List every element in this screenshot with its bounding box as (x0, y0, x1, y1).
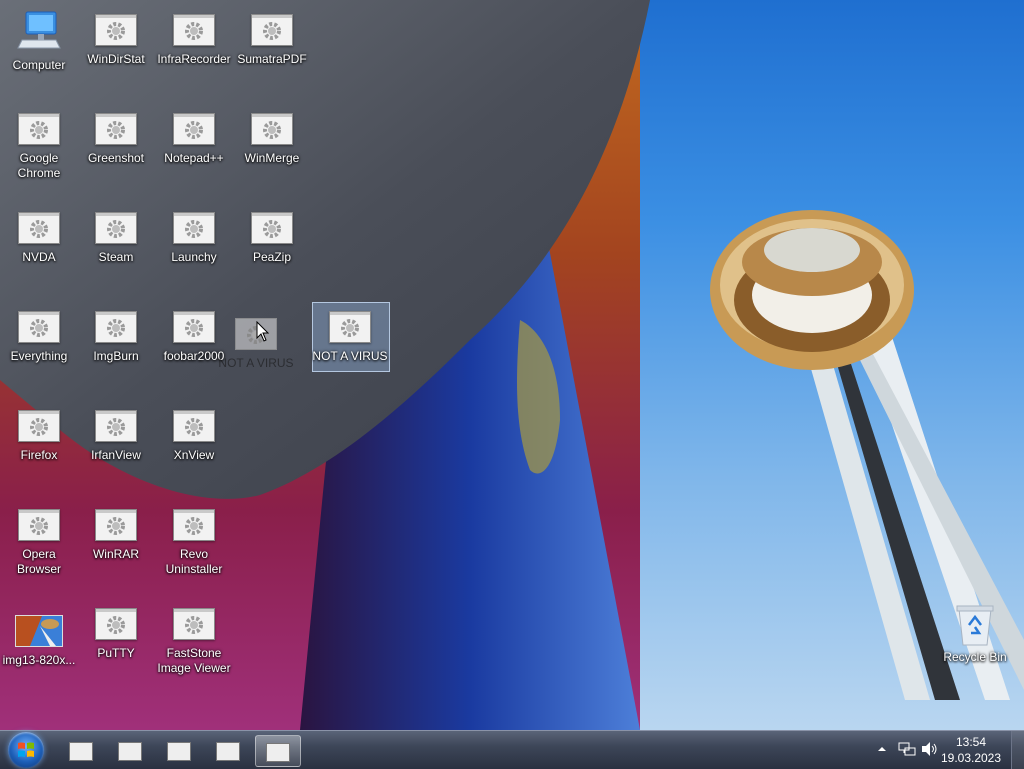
application-icon (251, 113, 293, 145)
application-icon (95, 113, 137, 145)
taskbar: 13:54 19.03.2023 (0, 730, 1024, 769)
application-icon (173, 113, 215, 145)
application-icon (95, 608, 137, 640)
show-hidden-icons-chevron-up-icon[interactable] (878, 745, 886, 753)
desktop-icon-steam[interactable]: Steam (78, 212, 154, 265)
application-icon (95, 410, 137, 442)
icon-label: IrfanView (91, 448, 141, 462)
desktop-icon-irfanview[interactable]: IrfanView (78, 410, 154, 463)
desktop-icon-google-chrome[interactable]: Google Chrome (1, 113, 77, 181)
icon-label: Opera Browser (16, 547, 61, 576)
desktop-icon-windirstat[interactable]: WinDirStat (78, 14, 154, 67)
taskbar-button-3[interactable] (157, 735, 201, 765)
start-button[interactable] (8, 732, 44, 768)
application-icon (95, 311, 137, 343)
application-icon (95, 14, 137, 46)
desktop-icon-infrarecorder[interactable]: InfraRecorder (156, 14, 232, 67)
desktop-icon-notepad-plus-plus[interactable]: Notepad++ (156, 113, 232, 166)
icon-label: FastStone Image Viewer (157, 646, 231, 675)
application-icon (173, 509, 215, 541)
application-icon (173, 410, 215, 442)
show-desktop-button[interactable] (1011, 731, 1024, 769)
icon-label: NVDA (22, 250, 56, 264)
icon-label: Launchy (171, 250, 217, 264)
application-icon (118, 742, 142, 761)
desktop-icon-recycle-bin[interactable]: Recycle Bin (937, 603, 1013, 665)
application-icon (173, 608, 215, 640)
icon-label: Firefox (20, 448, 58, 462)
desktop-icon-peazip[interactable]: PeaZip (234, 212, 310, 265)
application-icon (266, 743, 290, 762)
desktop-icon-opera-browser[interactable]: Opera Browser (1, 509, 77, 577)
icon-label: NOT A VIRUS (312, 349, 388, 363)
desktop-icon-winmerge[interactable]: WinMerge (234, 113, 310, 166)
desktop-icon-launchy[interactable]: Launchy (156, 212, 232, 265)
icon-label: XnView (173, 448, 215, 462)
desktop-icon-everything[interactable]: Everything (1, 311, 77, 364)
desktop-icon-not-a-virus[interactable]: NOT A VIRUS (312, 311, 388, 364)
mouse-cursor-icon (256, 321, 270, 342)
application-icon (69, 742, 93, 761)
drag-ghost-label: NOT A VIRUS (218, 356, 294, 370)
application-icon (95, 212, 137, 244)
icon-label: foobar2000 (163, 349, 225, 363)
icon-label: Google Chrome (17, 151, 61, 180)
taskbar-button-5-active[interactable] (255, 735, 301, 767)
desktop-icon-sumatrapdf[interactable]: SumatraPDF (234, 14, 310, 67)
application-icon (173, 14, 215, 46)
icon-label: Greenshot (87, 151, 145, 165)
icon-label: PeaZip (252, 250, 292, 264)
icon-label: Recycle Bin (943, 650, 1007, 664)
taskbar-button-2[interactable] (108, 735, 152, 765)
application-icon (251, 14, 293, 46)
windows-logo-icon (18, 742, 34, 757)
system-clock[interactable]: 13:54 19.03.2023 (936, 734, 1006, 766)
icon-label: SumatraPDF (237, 52, 307, 66)
icon-label: ImgBurn (93, 349, 139, 363)
application-icon (18, 509, 60, 541)
computer-icon (16, 10, 62, 52)
icon-label: Computer (12, 58, 66, 72)
application-icon (216, 742, 240, 761)
application-icon (18, 113, 60, 145)
desktop-icon-xnview[interactable]: XnView (156, 410, 232, 463)
icon-label: InfraRecorder (157, 52, 231, 66)
desktop-icon-winrar[interactable]: WinRAR (78, 509, 154, 562)
taskbar-button-4[interactable] (206, 735, 250, 765)
clock-time: 13:54 (955, 735, 987, 749)
icon-label: WinRAR (92, 547, 139, 561)
icon-label: Notepad++ (164, 151, 224, 165)
icon-label: Steam (98, 250, 134, 264)
desktop-icon-greenshot[interactable]: Greenshot (78, 113, 154, 166)
application-icon (18, 311, 60, 343)
icon-label: img13-820x... (2, 653, 76, 667)
application-icon (18, 212, 60, 244)
desktop-icon-imgburn[interactable]: ImgBurn (78, 311, 154, 364)
taskbar-button-1[interactable] (59, 735, 103, 765)
clock-date: 19.03.2023 (940, 751, 1002, 765)
desktop-icon-firefox[interactable]: Firefox (1, 410, 77, 463)
application-icon (167, 742, 191, 761)
application-icon (329, 311, 371, 343)
desktop-icon-image-file[interactable]: img13-820x... (1, 615, 77, 668)
desktop-icon-computer[interactable]: Computer (1, 10, 77, 73)
application-icon (95, 509, 137, 541)
icon-label: Everything (10, 349, 68, 363)
icon-label: WinMerge (244, 151, 300, 165)
icon-label: WinDirStat (87, 52, 145, 66)
icon-label: PuTTY (97, 646, 135, 660)
recycle-bin-icon (955, 603, 995, 647)
desktop-icon-nvda[interactable]: NVDA (1, 212, 77, 265)
desktop-icon-revo-uninstaller[interactable]: Revo Uninstaller (156, 509, 232, 577)
application-icon (173, 212, 215, 244)
desktop-icon-putty[interactable]: PuTTY (78, 608, 154, 661)
network-icon[interactable] (898, 741, 916, 757)
application-icon (173, 311, 215, 343)
image-thumbnail-icon (15, 615, 63, 647)
application-icon (251, 212, 293, 244)
application-icon (18, 410, 60, 442)
desktop-icon-faststone-image-viewer[interactable]: FastStone Image Viewer (156, 608, 232, 676)
icon-label: Revo Uninstaller (165, 547, 223, 576)
